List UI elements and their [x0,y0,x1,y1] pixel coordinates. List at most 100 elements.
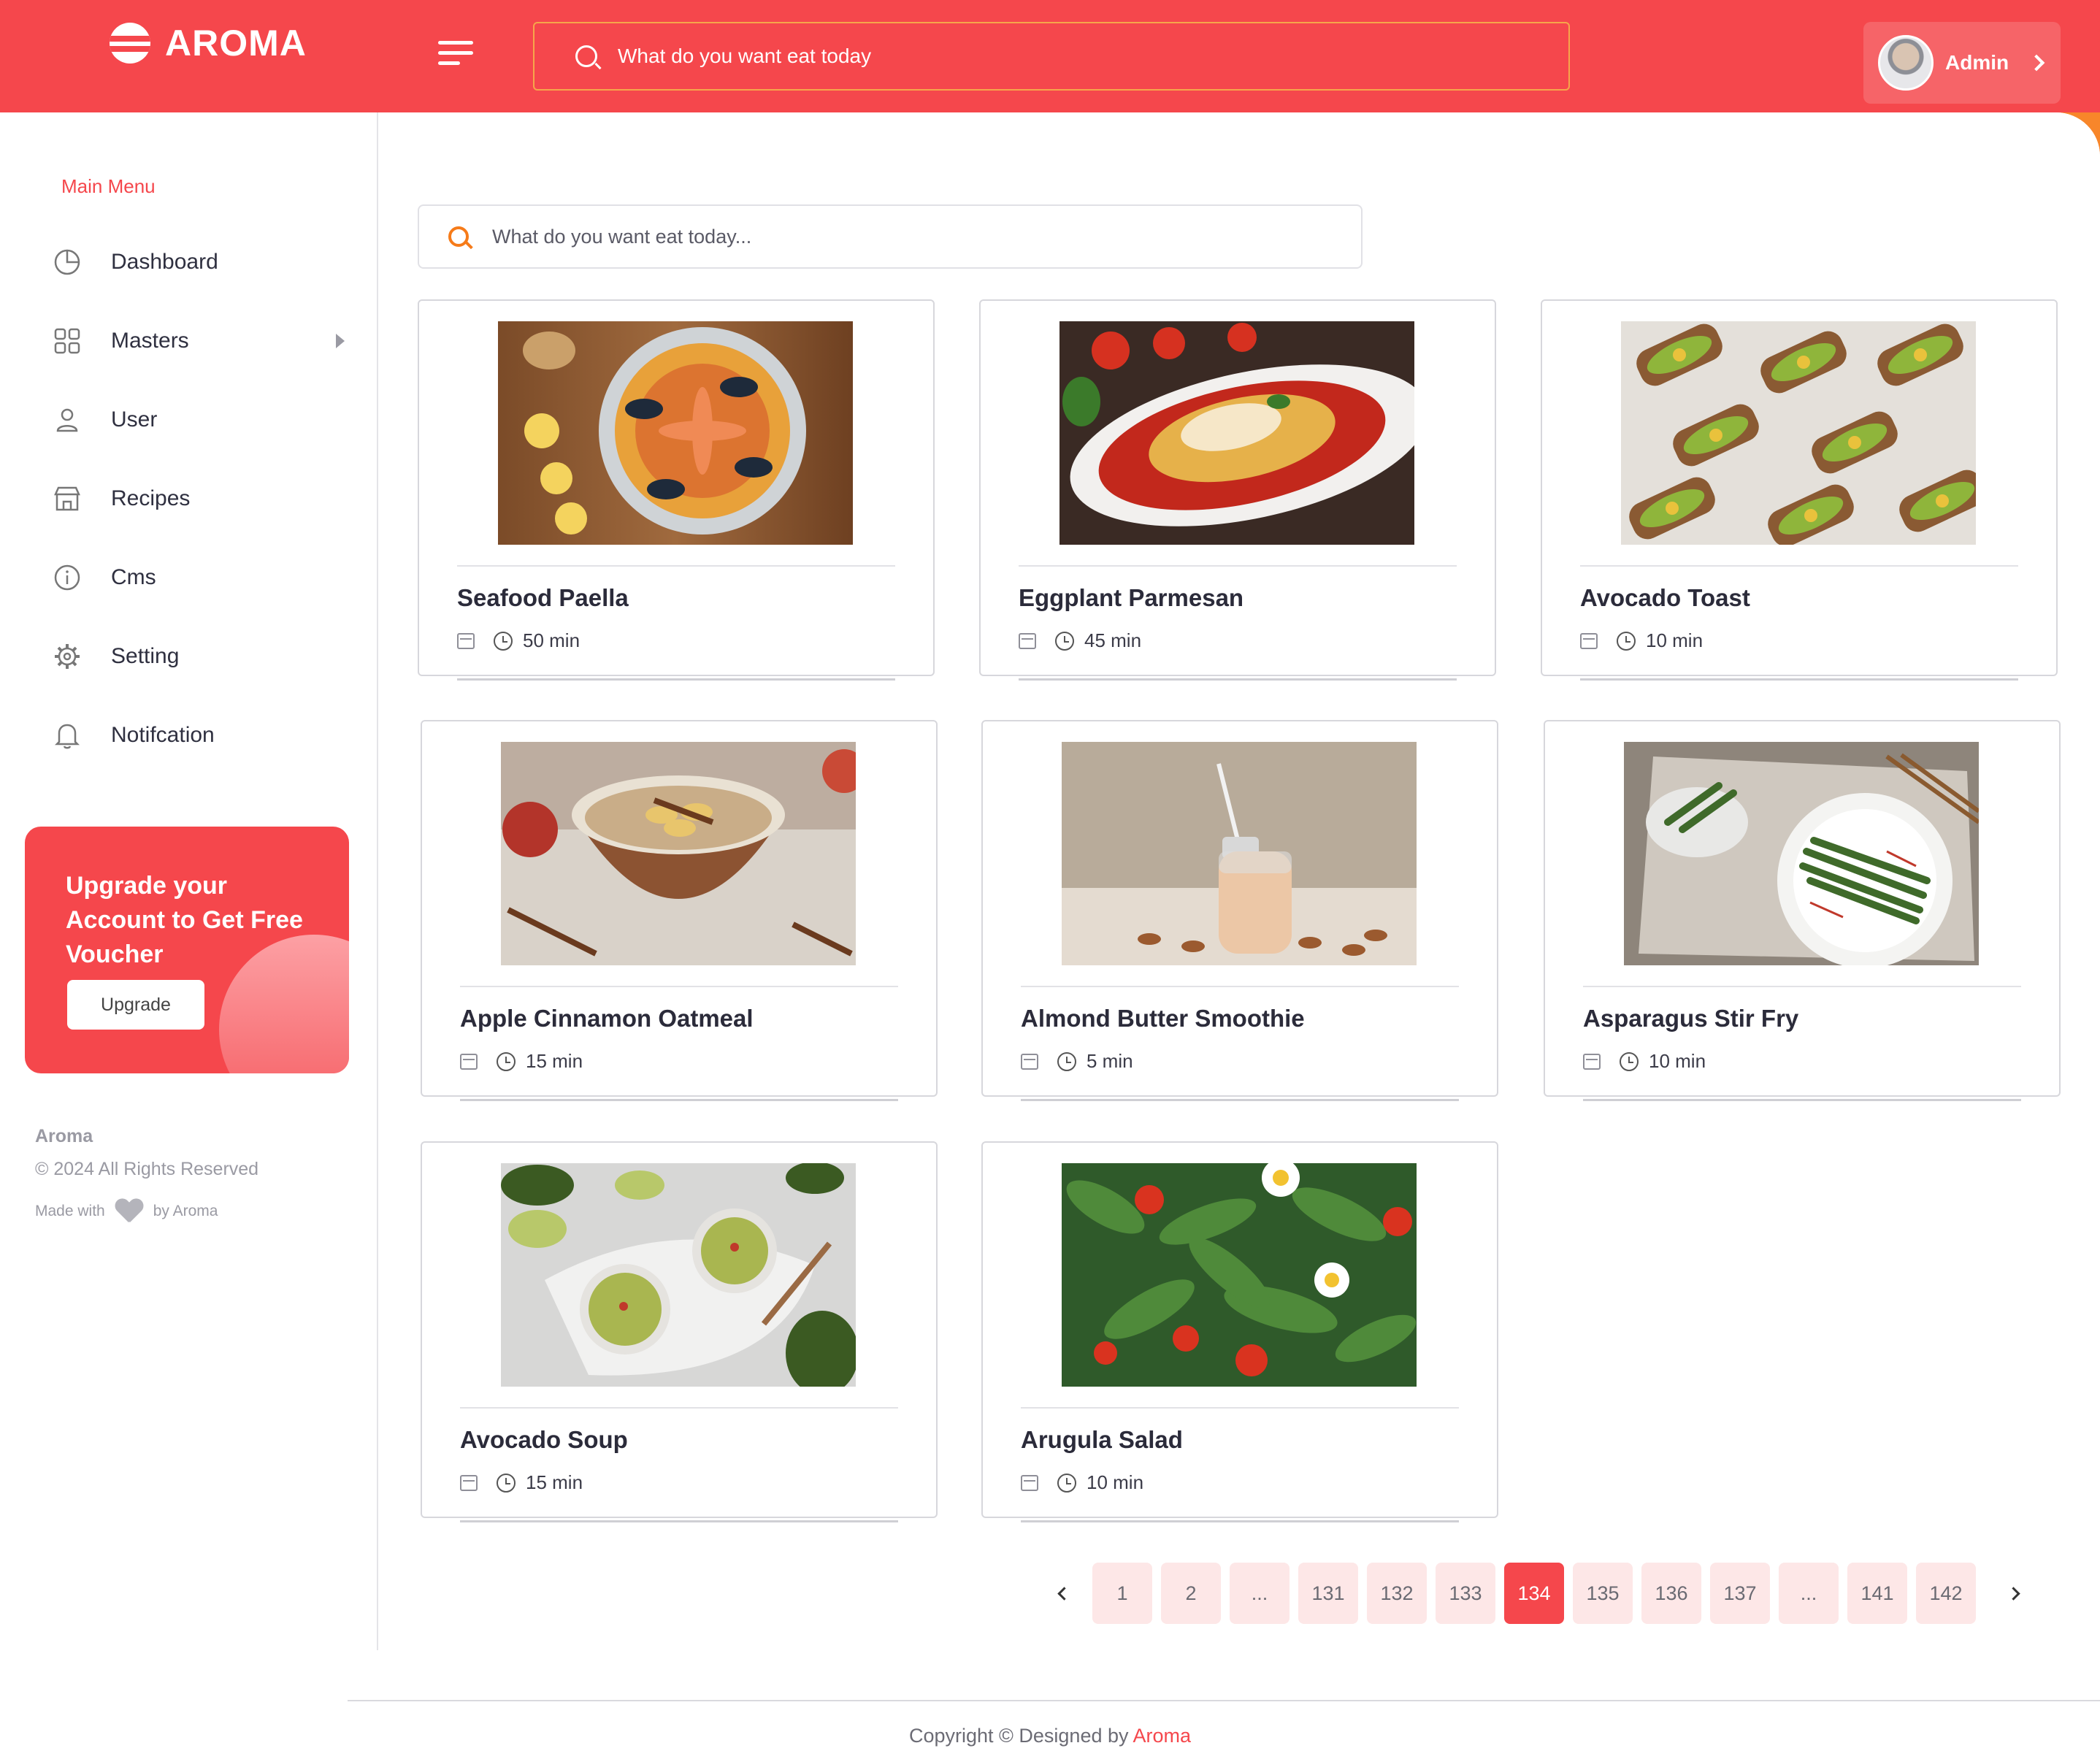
sidebar-item-dashboard[interactable]: Dashboard [53,237,345,288]
sidebar-footer: Aroma © 2024 All Rights Reserved Made wi… [35,1126,342,1224]
chevron-left-icon [1057,1586,1071,1601]
card-shadow-line [1019,678,1457,681]
pie-chart-icon [53,248,82,277]
clock-icon [494,631,513,651]
page-button[interactable]: 2 [1161,1563,1221,1624]
sidebar-item-notification[interactable]: Notifcation [53,710,345,761]
recipe-meta: 10 min [1021,1471,1143,1494]
sidebar-item-label: Cms [111,565,156,589]
brand-logo[interactable]: AROMA [110,22,307,64]
logo-icon [110,23,150,64]
footer-copyright: © 2024 All Rights Reserved [35,1159,259,1179]
chevron-right-icon [2028,54,2045,72]
recipe-card[interactable]: Almond Butter Smoothie 5 min [981,720,1498,1101]
recipe-time: 5 min [1087,1050,1133,1072]
almond-butter-smoothie-image [1062,742,1417,965]
page-button[interactable]: 137 [1710,1563,1770,1624]
upgrade-promo-card: Upgrade your Account to Get Free Voucher… [25,827,349,1073]
pagination-prev-button[interactable] [1044,1563,1084,1624]
store-icon [1021,1053,1038,1070]
menu-toggle-icon[interactable] [438,41,473,70]
upgrade-button[interactable]: Upgrade [67,980,204,1030]
recipe-title: Apple Cinnamon Oatmeal [460,1005,754,1032]
card-divider [460,1407,898,1409]
recipe-card[interactable]: Eggplant Parmesan 45 min [979,299,1496,681]
user-icon [53,405,82,434]
apple-cinnamon-oatmeal-image [501,742,856,965]
card-shadow-line [1021,1520,1459,1522]
recipe-search-input[interactable]: What do you want eat today... [418,204,1363,269]
page-button[interactable]: 133 [1436,1563,1495,1624]
page-button[interactable]: 142 [1916,1563,1976,1624]
sidebar-item-masters[interactable]: Masters [53,315,345,367]
card-divider [1583,986,2021,987]
page-button[interactable]: 141 [1847,1563,1907,1624]
recipe-card[interactable]: Arugula Salad 10 min [981,1141,1498,1522]
recipe-card[interactable]: Apple Cinnamon Oatmeal 15 min [421,720,938,1101]
heart-icon [115,1199,143,1224]
user-name: Admin [1945,51,2009,74]
sidebar-item-setting[interactable]: Setting [53,631,345,682]
card-shadow-line [460,1099,898,1101]
recipe-time: 10 min [1649,1050,1706,1072]
card-shadow-line [1583,1099,2021,1101]
clock-icon [1617,631,1636,651]
card-shadow-line [457,678,895,681]
clock-icon [497,1473,516,1493]
eggplant-parmesan-image [1059,321,1414,545]
footer-divider [348,1700,2100,1701]
recipe-card[interactable]: Avocado Toast 10 min [1541,299,2058,681]
seafood-paella-image [498,321,853,545]
page-ellipsis: ... [1230,1563,1289,1624]
clock-icon [497,1051,516,1071]
recipe-meta: 15 min [460,1050,583,1073]
sidebar-item-label: User [111,407,158,432]
card-shadow-line [460,1520,898,1522]
made-with-line: Made with by Aroma [35,1199,342,1224]
avatar [1878,35,1934,91]
sidebar-item-cms[interactable]: Cms [53,552,345,603]
recipe-meta: 15 min [460,1471,583,1494]
sidebar-item-label: Setting [111,644,180,668]
made-with-text: Made with [35,1203,105,1219]
clock-icon [1057,1051,1076,1071]
page-button[interactable]: 135 [1573,1563,1633,1624]
search-icon [448,226,469,247]
page-button[interactable]: 1 [1092,1563,1152,1624]
sidebar-item-recipes[interactable]: Recipes [53,473,345,524]
recipe-card[interactable]: Avocado Soup 15 min [421,1141,938,1522]
promo-text: Upgrade your Account to Get Free Voucher [66,872,303,968]
bell-icon [53,721,82,750]
sidebar-item-label: Recipes [111,486,191,510]
store-icon [1580,632,1598,649]
recipe-card[interactable]: Asparagus Stir Fry 10 min [1544,720,2061,1101]
header-search-input[interactable]: What do you want eat today [533,22,1570,91]
header-search-placeholder: What do you want eat today [618,45,872,67]
page-button[interactable]: 131 [1298,1563,1358,1624]
recipe-card[interactable]: Seafood Paella 50 min [418,299,935,681]
store-icon [1019,632,1036,649]
card-divider [1021,986,1459,987]
recipe-time: 50 min [523,629,580,651]
clock-icon [1620,1051,1639,1071]
recipe-time: 15 min [526,1050,583,1072]
card-shadow-line [1021,1099,1459,1101]
recipe-search-placeholder: What do you want eat today... [492,225,752,248]
grid-icon [53,326,82,356]
store-icon [1021,1474,1038,1491]
copyright-text: Copyright © Designed by [908,1725,1129,1747]
user-menu-button[interactable]: Admin [1863,22,2061,104]
page-button[interactable]: 136 [1641,1563,1701,1624]
sidebar-item-label: Notifcation [111,723,215,747]
search-icon [575,45,597,67]
pagination-next-button[interactable] [1993,1563,2033,1624]
page-ellipsis: ... [1779,1563,1839,1624]
recipe-title: Eggplant Parmesan [1019,584,1244,611]
recipe-time: 10 min [1646,629,1704,651]
page-button-current[interactable]: 134 [1504,1563,1564,1624]
recipe-time: 45 min [1084,629,1142,651]
made-by-text: by Aroma [153,1203,218,1219]
copyright-brand-link[interactable]: Aroma [1133,1725,1192,1747]
page-button[interactable]: 132 [1367,1563,1427,1624]
sidebar-item-user[interactable]: User [53,394,345,445]
